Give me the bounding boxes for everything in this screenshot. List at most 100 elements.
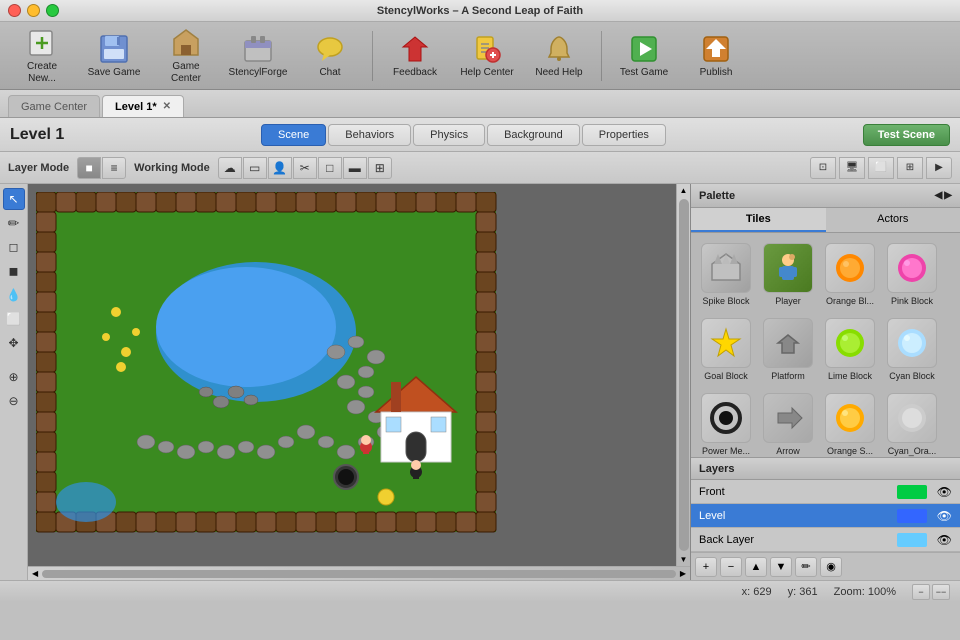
palette-tab-tiles[interactable]: Tiles <box>691 208 826 232</box>
test-scene-button[interactable]: Test Scene <box>863 124 950 146</box>
maximize-button[interactable] <box>46 4 59 17</box>
palette-row-3: Power Me... Arrow <box>697 389 954 457</box>
palette-item-spike-block[interactable]: Spike Block <box>697 239 755 310</box>
layer-back[interactable]: Back Layer 👁 <box>691 528 960 552</box>
game-center-button[interactable]: Game Center <box>152 27 220 85</box>
layer-edit-btn[interactable]: ✏ <box>795 557 817 577</box>
test-game-button[interactable]: Test Game <box>610 27 678 85</box>
zoom-in-status[interactable]: −− <box>932 584 950 600</box>
wb-6[interactable]: ▬ <box>343 157 367 179</box>
create-new-button[interactable]: Create New... <box>8 27 76 85</box>
canvas-ctrl-4[interactable]: ⊞ <box>897 157 923 179</box>
window-title: StencylWorks – A Second Leap of Faith <box>377 5 583 17</box>
wb-1[interactable]: ☁ <box>218 157 242 179</box>
canvas-ctrl-2[interactable]: 🖥 <box>839 157 865 179</box>
help-center-icon <box>471 33 503 65</box>
layer-remove-btn[interactable]: − <box>720 557 742 577</box>
tab-game-center[interactable]: Game Center <box>8 95 100 117</box>
layer-front-eye[interactable]: 👁 <box>937 485 952 499</box>
stencylforge-button[interactable]: StencylForge <box>224 27 292 85</box>
publish-icon <box>700 33 732 65</box>
tool-erase[interactable]: ◻ <box>3 236 25 258</box>
wb-4[interactable]: ✂ <box>293 157 317 179</box>
publish-button[interactable]: Publish <box>682 27 750 85</box>
platform-name: Platform <box>771 371 805 381</box>
layer-add-btn[interactable]: + <box>695 557 717 577</box>
feedback-button[interactable]: Feedback <box>381 27 449 85</box>
cyan-ora-name: Cyan_Ora... <box>888 446 937 456</box>
palette-item-platform[interactable]: Platform <box>759 314 817 385</box>
palette-item-lime-block[interactable]: Lime Block <box>821 314 879 385</box>
palette-tabs: Tiles Actors <box>691 208 960 233</box>
tool-rect[interactable]: ⬜ <box>3 308 25 330</box>
tool-fill[interactable]: ◼ <box>3 260 25 282</box>
player-name: Player <box>775 296 801 306</box>
layer-level-color <box>897 509 927 523</box>
palette-item-pink-block[interactable]: Pink Block <box>883 239 941 310</box>
test-game-icon <box>628 33 660 65</box>
arrow-name: Arrow <box>776 446 800 456</box>
tool-eyedrop[interactable]: 💧 <box>3 284 25 306</box>
palette-item-orange-block[interactable]: Orange Bl... <box>821 239 879 310</box>
save-game-button[interactable]: Save Game <box>80 27 148 85</box>
palette-tab-actors[interactable]: Actors <box>826 208 960 232</box>
palette-nav-back[interactable]: ◀ <box>935 190 943 201</box>
canvas-play[interactable]: ▶ <box>926 157 952 179</box>
wb-7[interactable]: ⊞ <box>368 157 392 179</box>
horizontal-scrollbar[interactable]: ◀ ▶ <box>28 566 690 580</box>
need-help-button[interactable]: Need Help <box>525 27 593 85</box>
tool-move[interactable]: ✥ <box>3 332 25 354</box>
tab-level-1[interactable]: Level 1* ✕ <box>102 95 184 117</box>
palette-item-power-me[interactable]: Power Me... <box>697 389 755 457</box>
tab-properties[interactable]: Properties <box>582 124 666 146</box>
tab-behaviors[interactable]: Behaviors <box>328 124 411 146</box>
wb-5[interactable]: □ <box>318 157 342 179</box>
layer-back-color <box>897 533 927 547</box>
canvas-ctrl-3[interactable]: ⬜ <box>868 157 894 179</box>
layer-btn-a[interactable]: ■ <box>77 157 101 179</box>
layer-btn-b[interactable]: ≡ <box>102 157 126 179</box>
need-help-icon <box>543 33 575 65</box>
palette-item-cyan-ora[interactable]: Cyan_Ora... <box>883 389 941 457</box>
right-panel: Palette ◀ ▶ Tiles Actors <box>690 184 960 580</box>
palette-item-cyan-block[interactable]: Cyan Block <box>883 314 941 385</box>
minimize-button[interactable] <box>27 4 40 17</box>
x-coord: x: 629 <box>742 586 772 598</box>
canvas-wrapper: ▲ ▼ ◀ ▶ <box>28 184 690 580</box>
layer-level[interactable]: Level 👁 <box>691 504 960 528</box>
wb-3[interactable]: 👤 <box>268 157 292 179</box>
wb-2[interactable]: ▭ <box>243 157 267 179</box>
stencylforge-icon <box>242 33 274 65</box>
layer-up-btn[interactable]: ▲ <box>745 557 767 577</box>
tool-pencil[interactable]: ✏ <box>3 212 25 234</box>
lime-block-name: Lime Block <box>828 371 872 381</box>
palette-item-player[interactable]: Player <box>759 239 817 310</box>
create-new-label: Create New... <box>12 61 72 85</box>
palette-nav-forward[interactable]: ▶ <box>944 190 952 201</box>
tool-pointer[interactable]: ↖ <box>3 188 25 210</box>
tool-zoom-in[interactable]: ⊕ <box>3 366 25 388</box>
help-center-button[interactable]: Help Center <box>453 27 521 85</box>
palette-row-2: Goal Block Platform <box>697 314 954 385</box>
layers-footer: + − ▲ ▼ ✏ ◉ <box>691 552 960 580</box>
palette-item-arrow[interactable]: Arrow <box>759 389 817 457</box>
canvas-ctrl-1[interactable]: ⊡ <box>810 157 836 179</box>
close-button[interactable] <box>8 4 21 17</box>
vertical-scrollbar[interactable]: ▲ ▼ <box>676 184 690 566</box>
tab-physics[interactable]: Physics <box>413 124 485 146</box>
tab-scene[interactable]: Scene <box>261 124 326 146</box>
palette-item-goal-block[interactable]: Goal Block <box>697 314 755 385</box>
layer-front[interactable]: Front 👁 <box>691 480 960 504</box>
layer-level-eye[interactable]: 👁 <box>937 509 952 523</box>
layer-down-btn[interactable]: ▼ <box>770 557 792 577</box>
layer-back-eye[interactable]: 👁 <box>937 533 952 547</box>
tab-close-icon[interactable]: ✕ <box>163 101 171 112</box>
tool-zoom-out[interactable]: ⊖ <box>3 390 25 412</box>
game-canvas[interactable] <box>28 184 676 566</box>
palette-item-orange-s[interactable]: Orange S... <box>821 389 879 457</box>
zoom-out-status[interactable]: − <box>912 584 930 600</box>
chat-button[interactable]: Chat <box>296 27 364 85</box>
tab-background[interactable]: Background <box>487 124 580 146</box>
level-nav-tabs: Scene Behaviors Physics Background Prope… <box>261 124 666 146</box>
layer-vis-btn[interactable]: ◉ <box>820 557 842 577</box>
